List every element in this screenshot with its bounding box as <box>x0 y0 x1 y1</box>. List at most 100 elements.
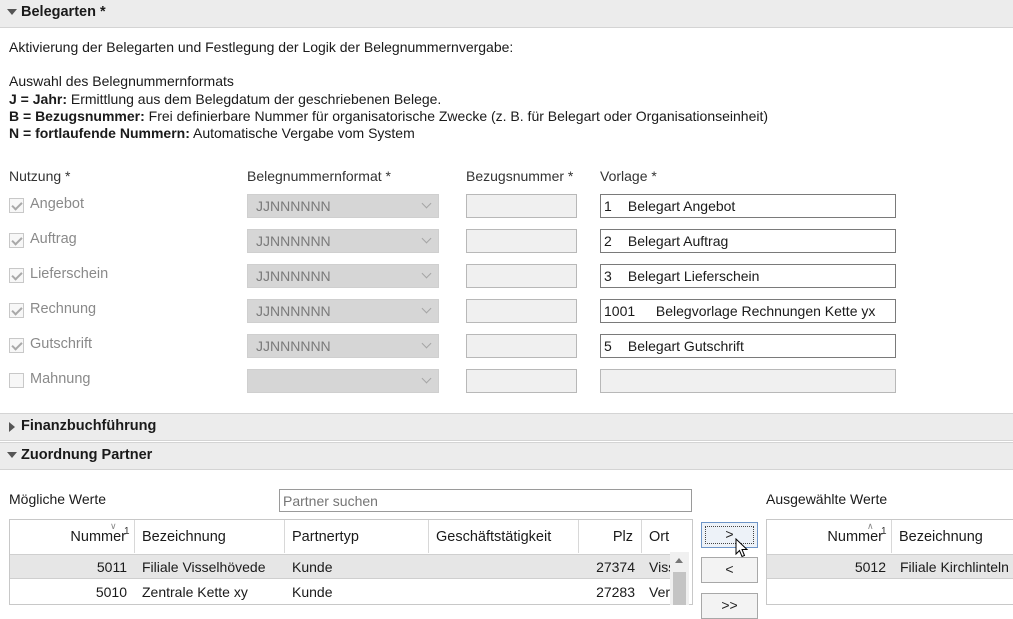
vorlage-text: Belegart Auftrag <box>627 233 729 249</box>
checkbox-rechnung[interactable] <box>9 303 24 318</box>
section-header-zuordnung-partner[interactable]: Zuordnung Partner <box>0 442 1013 470</box>
format-select-auftrag[interactable]: JJNNNNNN <box>247 229 439 253</box>
vorlage-field-rechnung[interactable]: 1001 Belegvorlage Rechnungen Kette yx <box>600 299 896 323</box>
section-header-belegarten[interactable]: Belegarten * <box>0 0 1013 28</box>
checkbox-angebot[interactable] <box>9 198 24 213</box>
vorlage-text: Belegart Lieferschein <box>627 268 760 284</box>
bezugsnummer-field-angebot <box>466 194 577 218</box>
section-title: Belegarten * <box>21 4 106 20</box>
cell-plz: 27374 <box>596 559 635 575</box>
header-label: Ort <box>649 529 670 545</box>
header-label: Nummer <box>827 529 883 545</box>
column-header-bezeichnung[interactable]: Bezeichnung <box>135 520 285 553</box>
column-header-bezeichnung[interactable]: Bezeichnung <box>892 520 1013 553</box>
chevron-down-icon <box>421 233 432 244</box>
grid-scrollbar[interactable] <box>670 552 689 605</box>
format-select-angebot[interactable]: JJNNNNNN <box>247 194 439 218</box>
cell-ort: Visselhövede <box>649 559 671 575</box>
vorlage-field-lieferschein[interactable]: 3 Belegart Lieferschein <box>600 264 896 288</box>
column-label-vorlage: Vorlage * <box>600 168 657 184</box>
sort-down-icon: ∨ <box>110 521 117 531</box>
vorlage-field-angebot[interactable]: 1 Belegart Angebot <box>600 194 896 218</box>
table-row[interactable]: 5010 Zentrale Kette xy Kunde 27283 Verde… <box>10 580 671 604</box>
chevron-down-icon <box>421 303 432 314</box>
column-header-geschaeftstaetigkeit[interactable]: Geschäftstätigkeit <box>429 520 579 553</box>
expand-triangle-icon <box>9 422 15 432</box>
cell-bezeichnung: Filiale Kirchlinteln <box>900 559 1009 575</box>
section-title: Finanzbuchführung <box>21 418 157 434</box>
format-select-rechnung[interactable]: JJNNNNNN <box>247 299 439 323</box>
remove-selected-button[interactable]: < <box>701 557 758 583</box>
chevron-down-icon <box>421 268 432 279</box>
doc-type-label: Rechnung <box>30 301 97 317</box>
vorlage-text: Belegart Angebot <box>627 198 736 214</box>
checkbox-gutschrift[interactable] <box>9 338 24 353</box>
column-header-plz[interactable]: Plz <box>579 520 642 553</box>
bezugsnummer-field-rechnung <box>466 299 577 323</box>
cell-partnertyp: Kunde <box>292 584 333 600</box>
vorlage-number: 1001 <box>604 303 636 319</box>
column-label-nutzung: Nutzung * <box>9 168 71 184</box>
partner-search-input[interactable] <box>279 489 692 512</box>
chevron-down-icon <box>421 338 432 349</box>
button-label: < <box>725 561 734 577</box>
cell-ort: Verden <box>649 584 671 600</box>
vorlage-field-gutschrift[interactable]: 5 Belegart Gutschrift <box>600 334 896 358</box>
chevron-down-icon <box>421 198 432 209</box>
doc-type-label: Lieferschein <box>30 266 109 282</box>
bezugsnummer-field-lieferschein <box>466 264 577 288</box>
format-value: JJNNNNNN <box>256 303 331 319</box>
cell-bezeichnung: Filiale Visselhövede <box>142 559 266 575</box>
format-select-gutschrift[interactable]: JJNNNNNN <box>247 334 439 358</box>
doc-type-label: Auftrag <box>30 231 77 247</box>
cell-nummer: 5010 <box>95 584 127 600</box>
vorlage-number: 5 <box>604 338 612 354</box>
bezugsnummer-field-gutschrift <box>466 334 577 358</box>
chevron-down-icon <box>421 373 432 384</box>
cell-nummer: 5011 <box>96 559 127 575</box>
collapse-triangle-icon <box>7 9 17 15</box>
table-row[interactable]: 5012 Filiale Kirchlinteln <box>767 554 1013 579</box>
checkbox-mahnung[interactable] <box>9 373 24 388</box>
checkbox-lieferschein[interactable] <box>9 268 24 283</box>
cell-partnertyp: Kunde <box>292 559 333 575</box>
column-label-format: Belegnummernformat * <box>247 168 391 184</box>
scroll-up-icon[interactable] <box>675 558 683 563</box>
checkbox-auftrag[interactable] <box>9 233 24 248</box>
bezugsnummer-field-auftrag <box>466 229 577 253</box>
format-value: JJNNNNNN <box>256 268 331 284</box>
selected-partners-grid: Nummer ∧ 1 Bezeichnung 5012 Filiale Kirc… <box>766 519 1013 605</box>
cell-bezeichnung: Zentrale Kette xy <box>142 584 248 600</box>
column-header-partnertyp[interactable]: Partnertyp <box>285 520 429 553</box>
sort-index: 1 <box>881 526 887 537</box>
header-label: Geschäftstätigkeit <box>436 529 552 545</box>
header-label: Partnertyp <box>292 529 359 545</box>
header-label: Plz <box>612 529 633 545</box>
section-title: Zuordnung Partner <box>21 447 153 463</box>
bezugsnummer-field-mahnung <box>466 369 577 393</box>
button-label: >> <box>721 597 738 613</box>
vorlage-number: 3 <box>604 268 612 284</box>
header-label: Bezeichnung <box>142 529 226 545</box>
collapse-triangle-icon <box>7 452 17 458</box>
format-value: JJNNNNNN <box>256 198 331 214</box>
vorlage-field-mahnung[interactable] <box>600 369 896 393</box>
add-all-button[interactable]: >> <box>701 593 758 619</box>
selected-values-label: Ausgewählte Werte <box>766 491 888 507</box>
format-value: JJNNNNNN <box>256 338 331 354</box>
cell-plz: 27283 <box>596 584 635 600</box>
vorlage-text: Belegvorlage Rechnungen Kette yx <box>655 303 876 319</box>
table-row[interactable]: 5011 Filiale Visselhövede Kunde 27374 Vi… <box>10 554 671 579</box>
vorlage-field-auftrag[interactable]: 2 Belegart Auftrag <box>600 229 896 253</box>
sort-up-icon: ∧ <box>867 521 874 531</box>
scrollbar-thumb[interactable] <box>673 572 686 605</box>
add-selected-button[interactable]: > <box>701 522 758 548</box>
format-select-mahnung[interactable] <box>247 369 439 393</box>
format-heading: Auswahl des Belegnummernformats <box>9 73 234 89</box>
column-header-ort[interactable]: Ort <box>642 520 692 553</box>
doc-type-label: Gutschrift <box>30 336 93 352</box>
mouse-cursor-icon <box>735 538 749 558</box>
format-select-lieferschein[interactable]: JJNNNNNN <box>247 264 439 288</box>
possible-values-label: Mögliche Werte <box>9 491 107 507</box>
section-header-finanzbuchfuehrung[interactable]: Finanzbuchführung <box>0 413 1013 441</box>
